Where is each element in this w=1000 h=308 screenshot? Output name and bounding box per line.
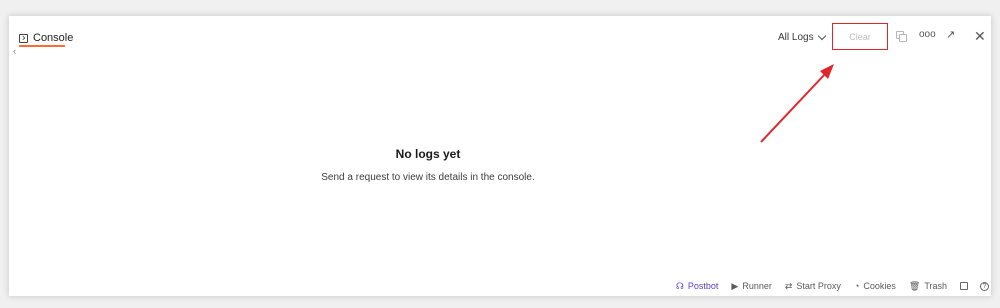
statusbar-postbot-label: Postbot	[687, 281, 719, 291]
empty-state-description: Send a request to view its details in th…	[321, 172, 535, 183]
annotation-arrow-line	[760, 72, 827, 143]
statusbar-runner[interactable]: ▶ Runner	[731, 281, 771, 292]
runner-icon: ▶	[731, 280, 739, 291]
help-icon[interactable]: ?	[980, 281, 989, 291]
postbot-icon: ☊	[675, 280, 684, 291]
layout-icon[interactable]	[960, 282, 968, 290]
statusbar-trash-label: Trash	[924, 281, 947, 291]
console-window: ‹ Console All Logs Clear ooo ↗ ✕ No logs…	[9, 16, 991, 296]
statusbar-proxy-label: Start Proxy	[796, 281, 841, 291]
empty-state-title: No logs yet	[395, 147, 461, 161]
statusbar-postbot[interactable]: ☊ Postbot	[676, 281, 719, 292]
statusbar-trash[interactable]: 🗑 Trash	[909, 281, 947, 292]
status-bar: ☊ Postbot ▶ Runner ⇄ Start Proxy ◔ Cooki…	[676, 279, 991, 293]
cookie-icon: ◔	[853, 281, 860, 291]
statusbar-cookies[interactable]: ◔ Cookies	[854, 281, 896, 291]
statusbar-cookies-label: Cookies	[863, 281, 896, 291]
trash-icon: 🗑	[908, 280, 921, 291]
statusbar-runner-label: Runner	[742, 281, 772, 291]
proxy-icon: ⇄	[784, 280, 793, 291]
statusbar-start-proxy[interactable]: ⇄ Start Proxy	[785, 281, 841, 292]
